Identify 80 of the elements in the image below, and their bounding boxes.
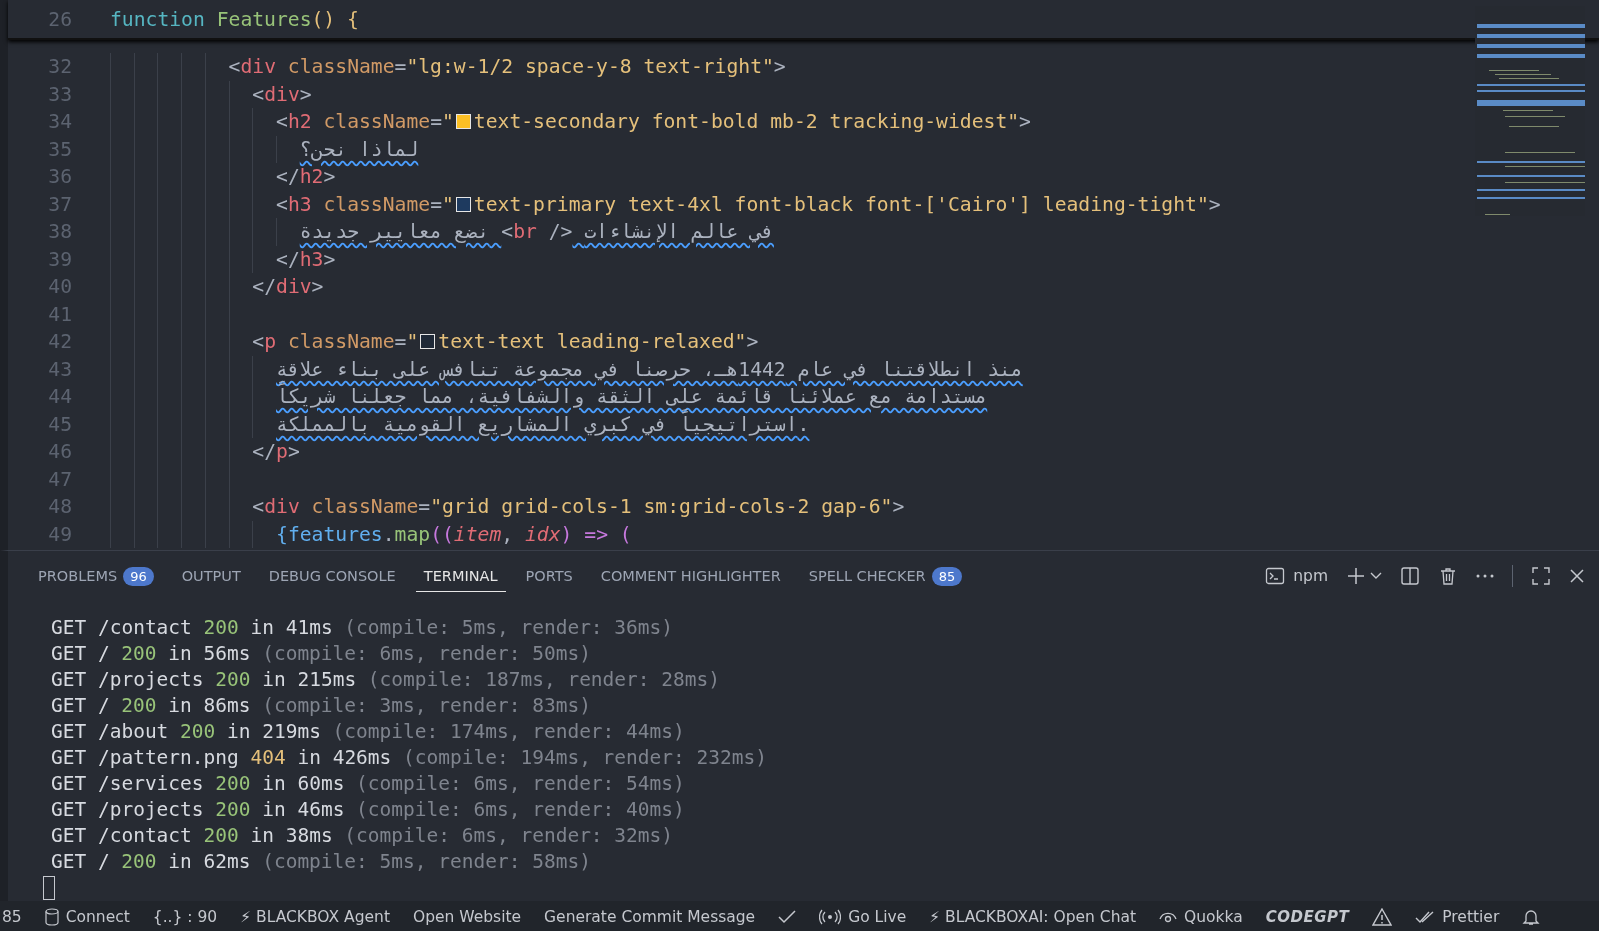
code-line: {features.map((item, idx) => ( <box>276 522 632 546</box>
line-number: 34 <box>47 110 72 134</box>
terminal-line: GET / 200 in 62ms (compile: 5ms, render: 58ms) <box>51 849 591 875</box>
code-line: <h2 className=" text-secondary font-bold mb-2 tracking-widest"> <box>276 110 1031 134</box>
line-number: 37 <box>47 192 72 216</box>
code-line: </p> <box>252 440 300 464</box>
plus-icon[interactable] <box>1346 566 1366 586</box>
panel-tab[interactable]: DEBUG CONSOLE <box>260 560 404 592</box>
code-line: <div className="grid grid-cols-1 sm:grid-cols-2 gap-6"> <box>252 495 905 519</box>
code-line: <p className=" text-text leading-relaxed"> <box>252 330 759 354</box>
status-item[interactable]: Go Live <box>819 908 907 926</box>
line-number: 46 <box>47 440 72 464</box>
terminal-cursor-icon <box>43 876 55 900</box>
terminal-line: GET /services 200 in 60ms (compile: 6ms, render: 54ms) <box>51 771 685 797</box>
panel-tab[interactable]: SPELL CHECKER 85 <box>800 560 971 592</box>
panel-tab[interactable]: PORTS <box>517 560 581 592</box>
terminal-line: GET /projects 200 in 215ms (compile: 187ms, render: 28ms) <box>51 667 720 693</box>
line-number: 47 <box>47 467 72 491</box>
line-number: 48 <box>47 495 72 519</box>
line-number: 41 <box>47 302 72 326</box>
status-item[interactable]: Connect <box>44 908 130 926</box>
warning-icon[interactable] <box>1372 908 1393 926</box>
status-item[interactable]: Generate Commit Message <box>544 908 756 926</box>
line-number: 39 <box>47 247 72 271</box>
terminal-line: GET / 200 in 86ms (compile: 3ms, render: 83ms) <box>51 693 591 719</box>
code-line: </h2> <box>276 165 336 189</box>
panel-tab[interactable]: COMMENT HIGHLIGHTER <box>592 560 789 592</box>
count-badge: 96 <box>123 566 154 586</box>
status-item[interactable]: Prettier <box>1415 908 1500 926</box>
panel-tab[interactable]: TERMINAL <box>415 560 506 592</box>
terminal-line: GET /contact 200 in 38ms (compile: 6ms, render: 32ms) <box>51 823 674 849</box>
status-item[interactable]: ⚡ BLACKBOXAI: Open Chat <box>929 908 1137 926</box>
code-line: </div> <box>252 275 324 299</box>
bell-icon[interactable] <box>1522 908 1541 926</box>
status-item[interactable]: 85 <box>2 908 22 926</box>
code-line: <div> <box>252 82 312 106</box>
status-item[interactable]: ⚡ BLACKBOX Agent <box>240 908 390 926</box>
line-number: 40 <box>47 275 72 299</box>
code-line: <h3 className=" text-primary text-4xl font-black font-['Cairo'] leading-tight"> <box>276 192 1221 216</box>
maximize-icon[interactable] <box>1531 566 1551 586</box>
line-number: 43 <box>47 357 72 381</box>
terminal-line: GET / 200 in 56ms (compile: 6ms, render: 50ms) <box>51 641 591 667</box>
code-line: </h3> <box>276 247 336 271</box>
database-icon <box>44 908 59 926</box>
terminal-line: GET /pattern.png 404 in 426ms (compile: 194ms, render: 232ms) <box>51 745 767 771</box>
terminal-line: GET /about 200 in 219ms (compile: 174ms, render: 44ms) <box>51 719 685 745</box>
line-number: 38 <box>47 220 72 244</box>
code-line: <div className="lg:w-1/2 space-y-8 text-right"> <box>228 55 786 79</box>
status-item[interactable]: {..} : 90 <box>152 908 218 926</box>
terminal-line: GET /contact 200 in 41ms (compile: 5ms, render: 36ms) <box>51 615 674 641</box>
code-line: لماذا نحن؟ <box>299 137 419 161</box>
status-logo[interactable]: CODEGPT <box>1265 908 1350 926</box>
terminal-icon <box>1265 566 1286 586</box>
line-number: 42 <box>47 330 72 354</box>
code-line: function Features() { <box>110 7 359 31</box>
line-number: 35 <box>47 137 72 161</box>
line-number: 49 <box>47 522 72 546</box>
more-icon[interactable] <box>1476 574 1494 578</box>
check-icon[interactable] <box>778 910 797 924</box>
line-number: 26 <box>47 7 72 31</box>
code-line: منذ انطلاقتنا في عام 1442هـ، حرصنا في مجموعة تنافس على بناء علاقة <box>276 357 1023 381</box>
close-icon[interactable] <box>1569 568 1585 584</box>
panel-tab[interactable]: OUTPUT <box>173 560 249 592</box>
count-badge: 85 <box>931 566 963 586</box>
line-number: 45 <box>47 412 72 436</box>
double-check-icon <box>1415 910 1436 924</box>
line-number: 33 <box>47 82 72 106</box>
line-number: 44 <box>47 385 72 409</box>
status-item[interactable]: Quokka <box>1159 908 1243 926</box>
trash-icon[interactable] <box>1438 566 1458 586</box>
line-number: 36 <box>47 165 72 189</box>
eye-icon <box>1159 910 1178 924</box>
broadcast-icon <box>819 909 842 925</box>
panel-tab[interactable]: PROBLEMS 96 <box>30 560 162 592</box>
terminal-profile-button[interactable]: npm <box>1265 566 1328 586</box>
status-item[interactable]: Open Website <box>412 908 522 926</box>
line-number: 32 <box>47 55 72 79</box>
split-icon[interactable] <box>1400 566 1420 586</box>
chevron-down-icon[interactable] <box>1370 572 1382 580</box>
terminal-line: GET /projects 200 in 46ms (compile: 6ms, render: 40ms) <box>51 797 685 823</box>
